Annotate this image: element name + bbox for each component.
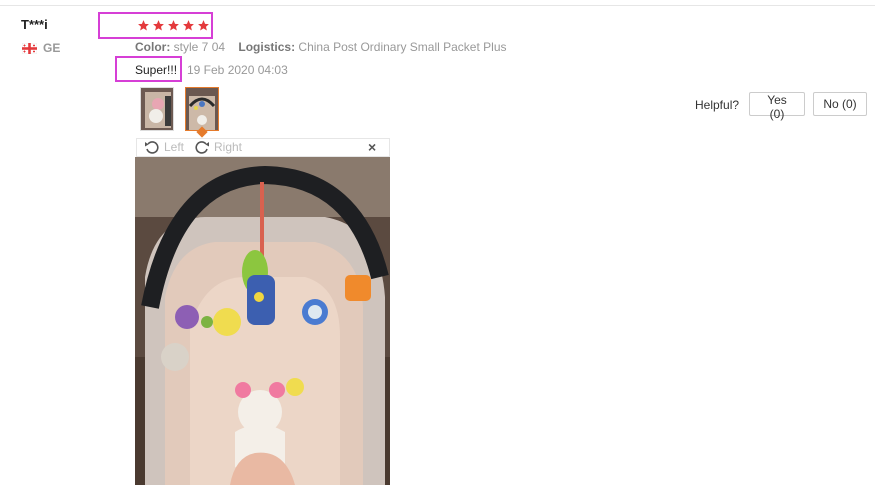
georgia-flag-icon: [22, 42, 37, 54]
star-icon: [198, 20, 209, 31]
color-value: style 7 04: [173, 40, 226, 54]
reviewer-name: T***i: [21, 17, 48, 32]
helpful-yes-button[interactable]: Yes (0): [749, 92, 805, 121]
helpful-label: Helpful?: [695, 98, 740, 112]
star-icon: [138, 20, 149, 31]
star-icon: [153, 20, 164, 31]
thumbnail-image: [141, 88, 173, 130]
review-date: 19 Feb 2020 04:03: [187, 63, 288, 77]
color-label: Color:: [135, 40, 171, 54]
order-info: Color: style 7 04 Logistics: China Post …: [135, 40, 507, 54]
photo-thumbnail-1[interactable]: [140, 87, 174, 131]
review-photo-image: [135, 157, 390, 485]
rotate-right-icon: [195, 141, 209, 154]
thumbnail-image: [186, 88, 218, 130]
photo-thumbnail-2[interactable]: [185, 87, 219, 131]
review-photo-large: [135, 157, 390, 485]
star-icon: [183, 20, 194, 31]
top-divider: [0, 5, 875, 6]
star-icon: [168, 20, 179, 31]
close-viewer-button[interactable]: ×: [368, 139, 376, 155]
rotate-right-button[interactable]: Right: [194, 139, 242, 155]
reviewer-country: GE: [22, 41, 60, 55]
logistics-label: Logistics:: [238, 40, 296, 54]
feedback-text: Super!!!: [135, 63, 178, 77]
star-rating: [98, 12, 213, 39]
rotate-left-icon: [145, 141, 159, 154]
rotate-left-label: Left: [164, 140, 185, 154]
helpful-no-button[interactable]: No (0): [813, 92, 867, 116]
logistics-value: China Post Ordinary Small Packet Plus: [298, 40, 507, 54]
country-code: GE: [43, 41, 61, 55]
rotate-left-button[interactable]: Left: [144, 139, 184, 155]
rotate-right-label: Right: [214, 140, 243, 154]
